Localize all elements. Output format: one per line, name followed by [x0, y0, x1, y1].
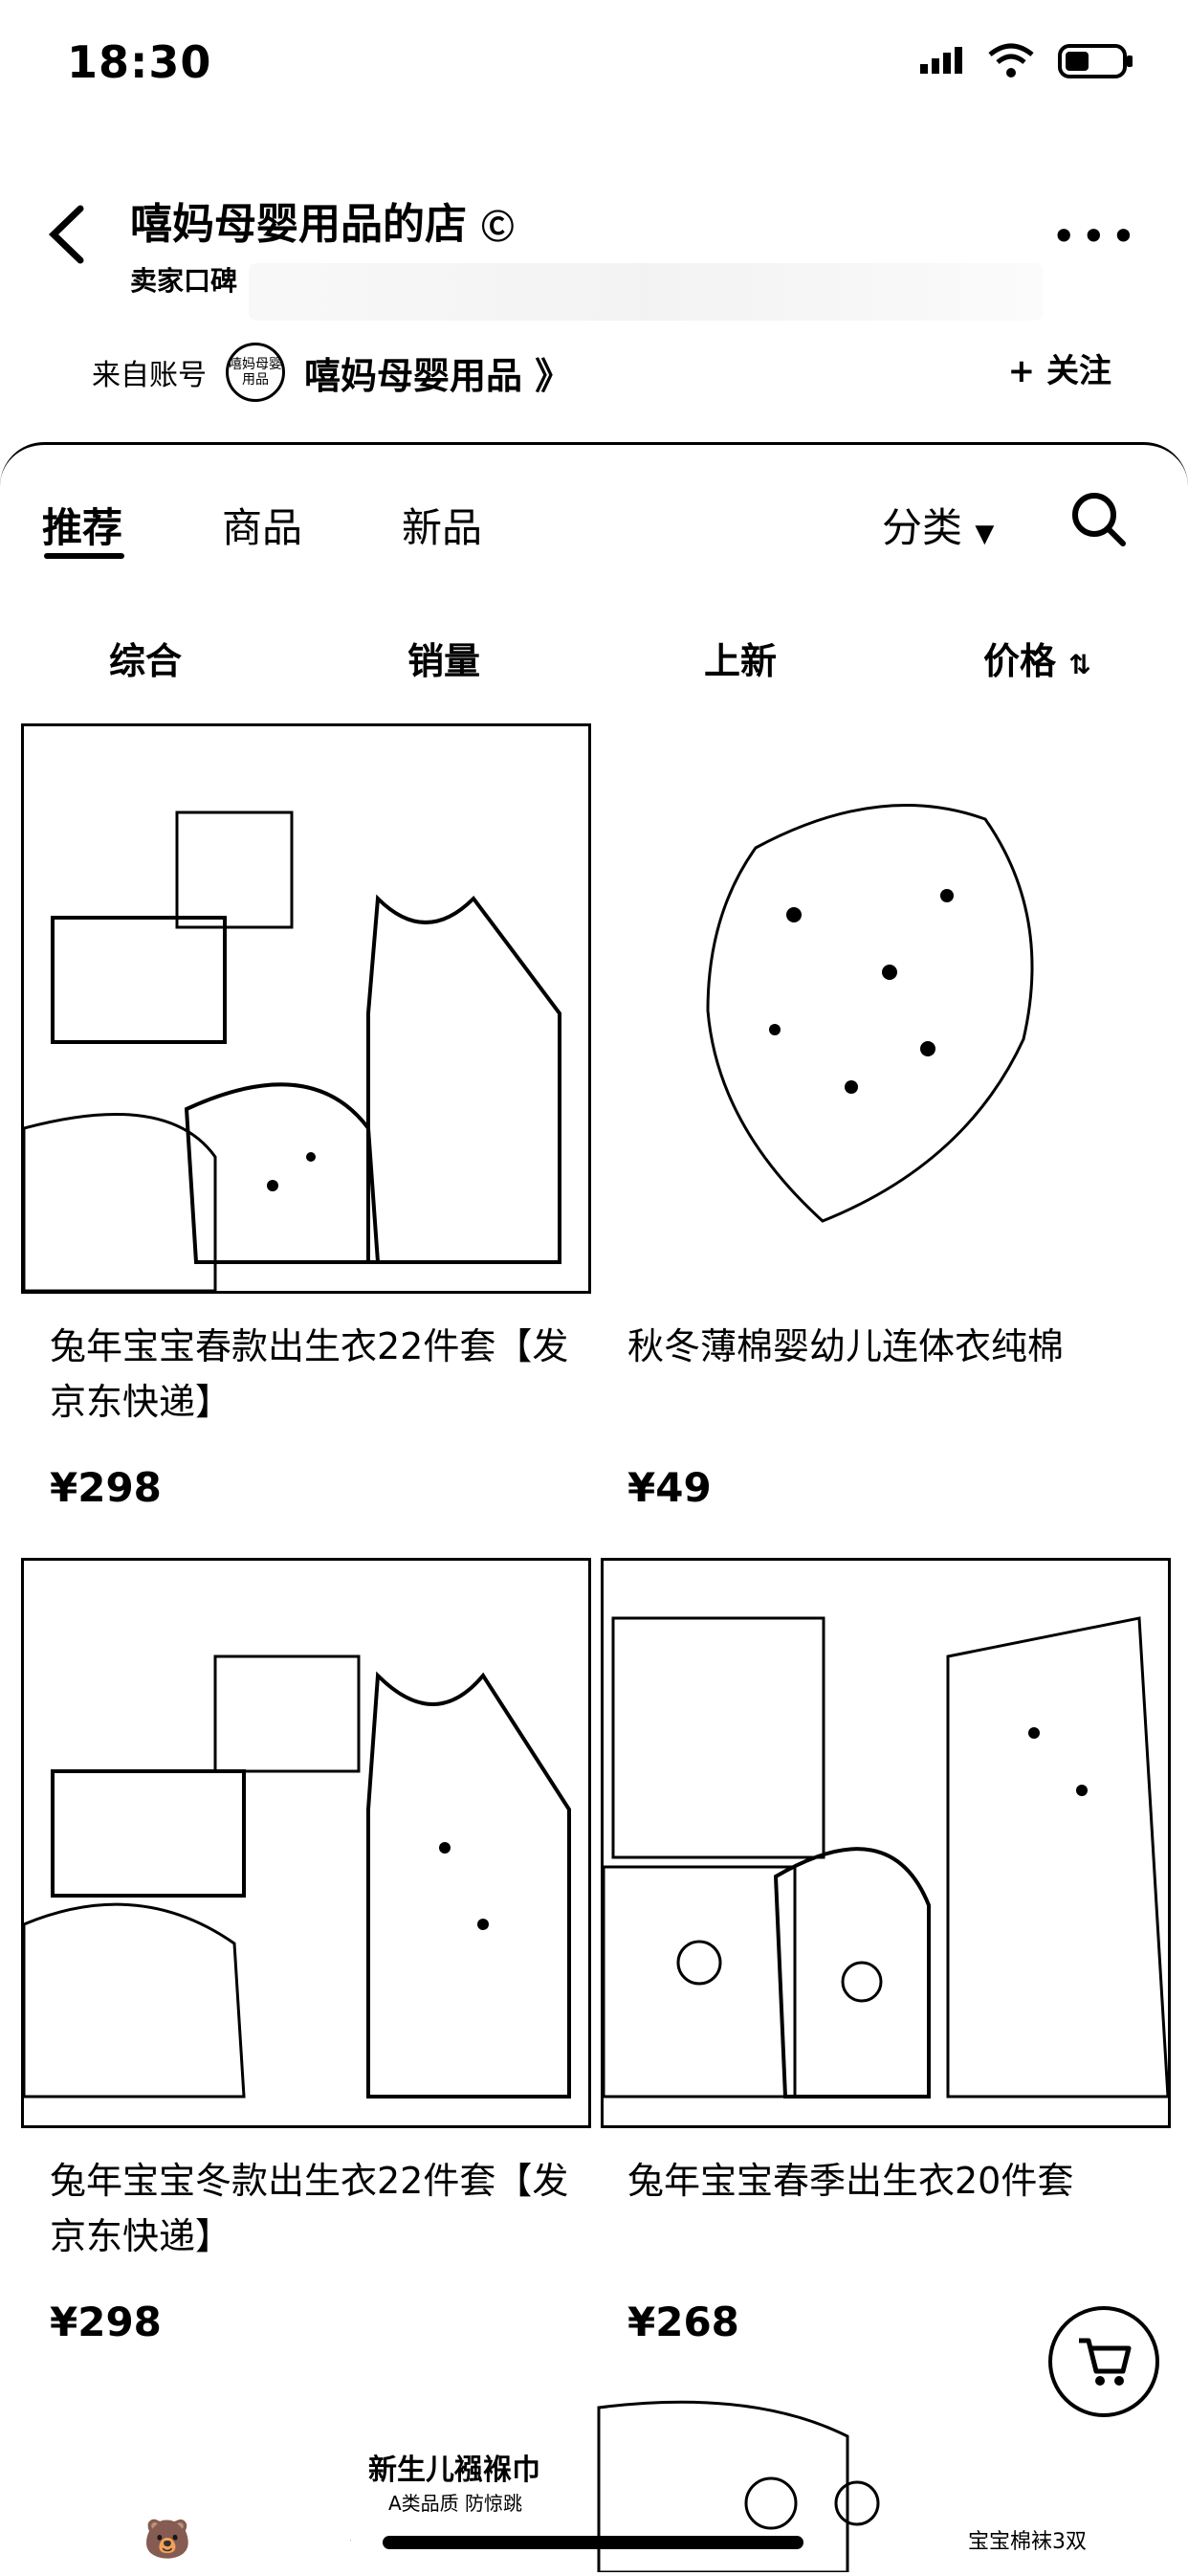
source-row: 来自账号 嘻妈母婴用品 嘻妈母婴用品 》: [92, 343, 571, 402]
tab-bar: 推荐 商品 新品: [42, 496, 582, 554]
product-image[interactable]: [21, 723, 591, 1294]
shop-name-text: 嘻妈母婴用品的店: [130, 200, 467, 249]
sort-price-label: 价格: [983, 640, 1057, 682]
category-dropdown[interactable]: 分类 ▼: [882, 496, 994, 554]
status-icons: [918, 42, 1134, 80]
product-title[interactable]: 兔年宝宝春款出生衣22件套【发京东快递】: [50, 1319, 585, 1430]
sort-sales[interactable]: 销量: [407, 632, 480, 684]
teddy-icon: 🐻: [143, 2518, 191, 2562]
category-label: 分类: [882, 504, 963, 551]
wifi-icon: [988, 43, 1034, 78]
brand-avatar: 嘻妈母婴用品: [226, 343, 285, 402]
product-price: ¥268: [627, 2298, 739, 2345]
product-title[interactable]: 兔年宝宝春季出生衣20件套: [627, 2153, 1163, 2209]
brand-link[interactable]: 嘻妈母婴用品 》: [304, 346, 571, 399]
tab-new[interactable]: 新品: [402, 496, 482, 554]
from-label: 来自账号: [92, 359, 207, 392]
home-indicator[interactable]: [383, 2536, 803, 2549]
product-image[interactable]: [601, 1558, 1171, 2128]
shop-name[interactable]: 嘻妈母婴用品的店 Ⓒ: [130, 189, 514, 251]
sort-overall[interactable]: 综合: [109, 632, 182, 684]
signal-icon: [920, 47, 962, 74]
more-icon[interactable]: •••: [1051, 211, 1140, 262]
tab-recommend[interactable]: 推荐: [42, 496, 122, 554]
product-title[interactable]: 秋冬薄棉婴幼儿连体衣纯棉: [627, 1319, 1163, 1374]
product-price: ¥298: [50, 2298, 162, 2345]
sort-new[interactable]: 上新: [704, 632, 777, 684]
product-price: ¥49: [627, 1464, 712, 1511]
search-icon[interactable]: [1069, 490, 1127, 547]
product-title[interactable]: 兔年宝宝冬款出生衣22件套【发京东快递】: [50, 2153, 585, 2264]
banner-title: 新生儿襁褓巾: [368, 2454, 540, 2487]
tab-products[interactable]: 商品: [222, 496, 302, 554]
sort-arrows-icon: ⇅: [1068, 649, 1091, 680]
sort-price[interactable]: 价格 ⇅: [983, 632, 1091, 684]
product-image[interactable]: [21, 1558, 591, 2128]
blurred-info: [249, 263, 1043, 321]
caret-down-icon: ▼: [975, 520, 995, 548]
battery-icon: [1058, 44, 1133, 78]
chevron-circle-icon: Ⓒ: [481, 209, 515, 247]
seller-reputation: 卖家口碑: [130, 265, 238, 297]
banner-subtitle: A类品质 防惊跳: [388, 2492, 523, 2515]
tab-underline: [44, 553, 124, 559]
product-price: ¥298: [50, 1464, 162, 1511]
banner-tag: 宝宝棉袜3双: [968, 2530, 1087, 2554]
back-arrow-icon[interactable]: [40, 201, 98, 268]
cart-icon: [1079, 2338, 1132, 2386]
status-time: 18:30: [67, 36, 212, 88]
follow-button[interactable]: + 关注: [1008, 344, 1111, 391]
product-image[interactable]: [603, 723, 1167, 1288]
